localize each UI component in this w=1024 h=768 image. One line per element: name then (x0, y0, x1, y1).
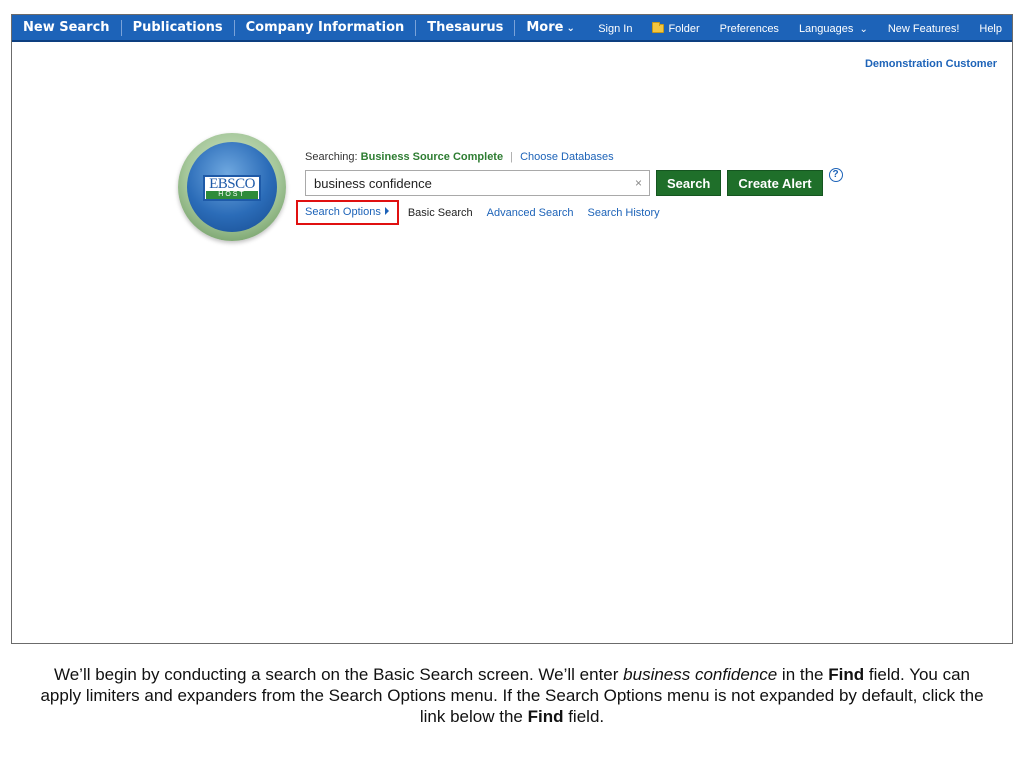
triangle-right-icon (384, 207, 389, 215)
nav-folder-label: Folder (668, 22, 700, 35)
create-alert-button[interactable]: Create Alert (727, 170, 823, 196)
nav-new-search[interactable]: New Search (12, 19, 122, 36)
searching-label: Searching: (305, 151, 358, 163)
advanced-search-link[interactable]: Advanced Search (487, 207, 574, 219)
nav-publications-label: Publications (132, 19, 223, 35)
ebscohost-logo: EBSCO HOST (178, 133, 286, 241)
nav-new-features[interactable]: New Features! (878, 23, 970, 35)
folder-icon (652, 21, 665, 33)
caption-text-2: in the (777, 665, 829, 684)
account-name[interactable]: Demonstration Customer (865, 58, 997, 70)
nav-preferences[interactable]: Preferences (710, 23, 789, 35)
logo-wordmark: EBSCO (209, 176, 255, 192)
basic-search-link[interactable]: Basic Search (408, 207, 473, 219)
logo-globe: EBSCO HOST (187, 142, 277, 232)
caption-bold-find-2: Find (527, 707, 564, 726)
nav-thesaurus[interactable]: Thesaurus (416, 19, 516, 36)
caption-bold-find-1: Find (828, 665, 865, 684)
nav-company-information-label: Company Information (245, 19, 405, 35)
nav-thesaurus-label: Thesaurus (427, 19, 504, 35)
logo-subtitle: HOST (206, 191, 258, 199)
search-input-row: × Search Create Alert ? (305, 168, 865, 196)
top-navigation-right: Sign In Folder Preferences Languages ⌄ N… (588, 15, 1012, 42)
nav-folder[interactable]: Folder (642, 21, 709, 35)
nav-help[interactable]: Help (969, 23, 1012, 35)
caption-italic-term: business confidence (623, 665, 778, 684)
nav-sign-in[interactable]: Sign In (588, 23, 642, 35)
searching-line: Searching: Business Source Complete | Ch… (305, 151, 865, 167)
basic-search-form: Searching: Business Source Complete | Ch… (296, 151, 865, 225)
search-history-link[interactable]: Search History (587, 207, 659, 219)
chevron-down-icon: ⌄ (859, 23, 868, 35)
find-input[interactable] (314, 175, 614, 191)
find-field[interactable]: × (305, 170, 650, 196)
help-icon[interactable]: ? (828, 168, 843, 182)
clear-icon[interactable]: × (635, 176, 642, 190)
search-options-link[interactable]: Search Options (296, 200, 399, 225)
caption-text-1: We’ll begin by conducting a search on th… (53, 665, 624, 684)
browser-frame: New Search Publications Company Informat… (11, 14, 1013, 644)
nav-more-dropdown[interactable]: More ⌄ (515, 20, 586, 36)
nav-company-information[interactable]: Company Information (235, 19, 417, 36)
choose-databases-link[interactable]: Choose Databases (520, 151, 614, 163)
nav-languages-label: Languages (798, 22, 854, 35)
search-button[interactable]: Search (656, 170, 722, 196)
top-navigation-bar: New Search Publications Company Informat… (12, 15, 1012, 42)
chevron-down-icon: ⌄ (566, 22, 575, 34)
nav-help-label: Help (979, 22, 1002, 35)
logo-plate: EBSCO HOST (203, 175, 261, 201)
divider: | (510, 151, 514, 163)
caption-text-4: field. (563, 707, 605, 726)
nav-languages-dropdown[interactable]: Languages ⌄ (789, 23, 878, 35)
nav-new-search-label: New Search (23, 19, 110, 35)
search-options-label: Search Options (305, 206, 381, 218)
search-links-row: Search Options Basic Search Advanced Sea… (296, 200, 865, 225)
nav-more-label: More (526, 19, 564, 35)
slide-caption: We’ll begin by conducting a search on th… (40, 664, 984, 727)
selected-database: Business Source Complete (360, 151, 504, 163)
nav-sign-in-label: Sign In (598, 22, 633, 35)
nav-preferences-label: Preferences (719, 22, 779, 35)
nav-new-features-label: New Features! (887, 22, 960, 35)
nav-publications[interactable]: Publications (122, 19, 235, 36)
